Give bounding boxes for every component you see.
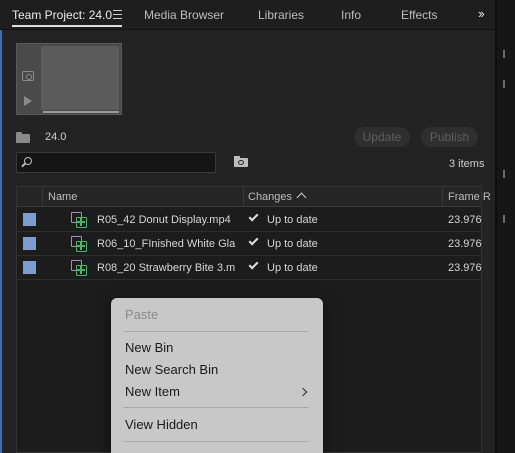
column-separator[interactable] xyxy=(243,187,244,207)
clip-name: R08_20 Strawberry Bite 3.m xyxy=(97,262,236,274)
preview-thumbnail xyxy=(16,43,122,115)
active-tab-indicator xyxy=(12,25,122,27)
menu-item-view-hidden[interactable]: View Hidden xyxy=(125,415,198,435)
panel-tab-bar: Team Project: 24.0 Media Browser Librari… xyxy=(0,0,495,30)
menu-item-new-search-bin[interactable]: New Search Bin xyxy=(125,360,218,380)
tab-libraries[interactable]: Libraries xyxy=(258,0,304,30)
adjacent-panel-edge xyxy=(495,0,515,453)
column-separator[interactable] xyxy=(442,187,443,207)
clip-name: R06_10_FInished White Gla xyxy=(97,238,236,250)
tab-menu-icon[interactable] xyxy=(113,10,122,19)
menu-separator xyxy=(123,441,309,442)
menu-item-new-item[interactable]: New Item xyxy=(125,382,180,402)
change-status: Up to date xyxy=(267,262,318,274)
project-name: 24.0 xyxy=(45,131,67,143)
new-bin-icon[interactable] xyxy=(234,156,248,167)
clip-icon xyxy=(71,260,87,276)
publish-button[interactable]: Publish xyxy=(421,127,478,147)
column-header-changes[interactable]: Changes xyxy=(248,187,307,207)
menu-separator xyxy=(123,407,309,408)
list-header: Name Changes Frame R xyxy=(17,187,491,207)
search-field[interactable] xyxy=(16,152,216,173)
edge-marker xyxy=(503,215,511,223)
frame-rate: 23.976 xyxy=(448,214,482,226)
menu-item-paste[interactable]: Paste xyxy=(125,305,158,325)
table-row[interactable]: R08_20 Strawberry Bite 3.m Up to date 23… xyxy=(17,256,482,280)
clip-name: R05_42 Donut Display.mp4 xyxy=(97,214,231,226)
sort-ascending-icon xyxy=(296,192,307,203)
table-row[interactable]: R05_42 Donut Display.mp4 Up to date 23.9… xyxy=(17,208,482,232)
play-icon[interactable] xyxy=(24,96,32,106)
thumbnail-scrub-bar[interactable] xyxy=(43,111,119,113)
edge-marker xyxy=(503,50,511,58)
column-header-frame-rate[interactable]: Frame R xyxy=(448,187,491,207)
search-input[interactable] xyxy=(37,155,213,170)
submenu-chevron-icon xyxy=(298,387,308,397)
tab-media-browser[interactable]: Media Browser xyxy=(144,0,224,30)
column-header-name[interactable]: Name xyxy=(48,187,77,207)
premiere-project-window: Team Project: 24.0 Media Browser Librari… xyxy=(0,0,515,453)
tab-info[interactable]: Info xyxy=(341,0,361,30)
checkmark-icon xyxy=(248,259,259,270)
menu-separator xyxy=(123,331,309,332)
update-button[interactable]: Update xyxy=(354,127,410,147)
edge-marker xyxy=(503,170,511,178)
frame-rate: 23.976 xyxy=(448,238,482,250)
label-color-swatch[interactable] xyxy=(23,237,36,250)
change-status: Up to date xyxy=(267,214,318,226)
column-header-changes-label: Changes xyxy=(248,191,293,203)
context-menu: Paste New Bin New Search Bin New Item Vi… xyxy=(111,298,323,453)
search-icon xyxy=(24,157,32,165)
change-status: Up to date xyxy=(267,238,318,250)
overflow-chevron-icon[interactable]: ›› xyxy=(478,6,485,21)
thumbnail-image xyxy=(41,46,119,110)
column-separator[interactable] xyxy=(42,187,43,207)
label-color-swatch[interactable] xyxy=(23,213,36,226)
folder-icon xyxy=(16,132,30,143)
label-color-swatch[interactable] xyxy=(23,261,36,274)
checkmark-icon xyxy=(248,211,259,222)
checkmark-icon xyxy=(248,235,259,246)
frame-rate: 23.976 xyxy=(448,262,482,274)
clip-icon xyxy=(71,212,87,228)
menu-item-new-bin[interactable]: New Bin xyxy=(125,338,173,358)
tab-effects[interactable]: Effects xyxy=(401,0,437,30)
camera-icon[interactable] xyxy=(22,71,34,81)
clip-icon xyxy=(71,236,87,252)
edge-marker xyxy=(503,80,511,88)
item-count: 3 items xyxy=(449,158,485,170)
table-row[interactable]: R06_10_FInished White Gla Up to date 23.… xyxy=(17,232,482,256)
